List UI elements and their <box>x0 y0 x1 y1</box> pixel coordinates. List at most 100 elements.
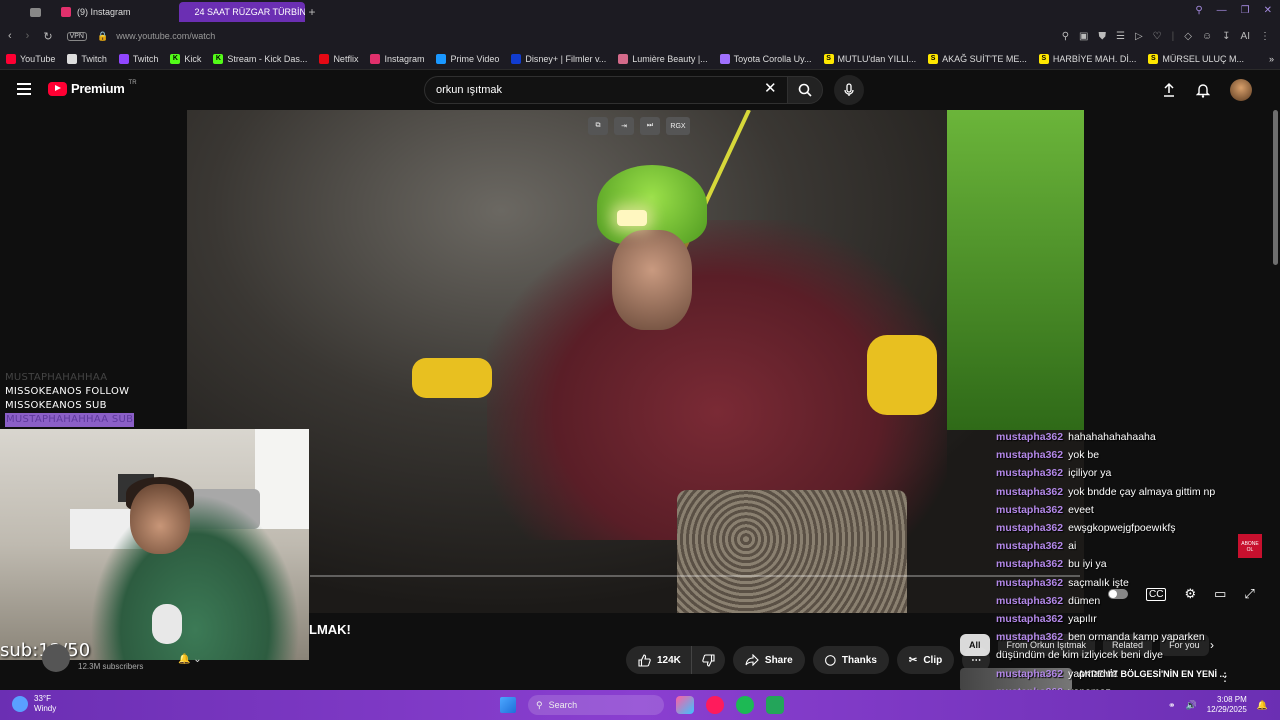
search-button[interactable] <box>787 76 823 104</box>
bookmark-item[interactable]: Twitch <box>67 53 107 64</box>
search-input[interactable]: orkun ışıtmak <box>424 76 788 104</box>
start-button[interactable] <box>500 697 516 713</box>
voice-search-button[interactable] <box>834 75 864 105</box>
video-player[interactable] <box>187 110 1084 613</box>
channel-avatar[interactable] <box>42 644 70 672</box>
bookmark-label: Lumière Beauty |... <box>632 53 708 64</box>
bookmarks-overflow-icon[interactable]: » <box>1269 54 1274 64</box>
chat-text: ewşgkopwejgfpoewıkfş <box>1068 522 1176 535</box>
browser-tab-instagram[interactable] <box>20 2 51 22</box>
like-button[interactable]: 124K <box>626 646 691 674</box>
new-tab-button[interactable]: + <box>309 5 316 19</box>
subscription-bell-icon[interactable]: 🔔 ⌄ <box>178 654 202 665</box>
bookmark-item[interactable]: S AKAĞ SUİT'TE ME... <box>928 53 1027 64</box>
vpn-badge[interactable]: VPN <box>66 31 87 41</box>
menu-icon[interactable] <box>17 83 31 95</box>
bookmark-item[interactable]: Lumière Beauty |... <box>618 53 708 64</box>
clip-button[interactable]: ✂ Clip <box>896 646 955 674</box>
profile-icon[interactable]: ☺ <box>1202 31 1212 42</box>
stream-alert-line: MUSTAPHAHAHHAA <box>5 372 108 383</box>
bookmark-item[interactable]: Twitch <box>118 53 158 64</box>
system-clock[interactable]: 3:08 PM 12/29/2025 <box>1207 695 1247 715</box>
menu-icon[interactable]: ⋮ <box>1260 31 1270 42</box>
search-tabs-icon[interactable]: ⚲ <box>1195 5 1202 16</box>
taskbar-search-placeholder: Search <box>548 700 578 710</box>
miniplayer-icon[interactable]: ⧉ <box>588 117 608 135</box>
rgx-button[interactable]: RGX <box>666 117 690 135</box>
weather-widget[interactable]: 33°F Windy <box>12 694 56 714</box>
bookmark-item[interactable]: S MUTLU'dan YILLI... <box>823 53 917 64</box>
share-button[interactable]: Share <box>732 646 805 674</box>
clip-label: Clip <box>923 654 943 666</box>
camera-icon[interactable]: ▣ <box>1079 31 1088 42</box>
volume-icon[interactable]: 🔊 <box>1186 700 1197 711</box>
stream-alert-line: MUSTAPHAHAHHAA SUB <box>5 413 135 427</box>
opera-gx-app-icon[interactable] <box>706 696 724 714</box>
skip-icon[interactable]: ⏭ <box>640 117 660 135</box>
weather-desc: Windy <box>34 704 57 713</box>
sahibinden-icon: S <box>1038 53 1049 64</box>
forward-icon[interactable]: › <box>26 30 30 43</box>
stream-alert-line: MISSOKEANOS FOLLOW <box>5 386 130 397</box>
bookmark-item[interactable]: YouTube <box>6 53 56 64</box>
extensions-icon[interactable]: ◇ <box>1184 31 1192 42</box>
chat-text: yok bndde çay almaya gittim np <box>1068 485 1216 498</box>
bookmark-item[interactable]: Prime Video <box>436 53 499 64</box>
account-avatar[interactable] <box>1230 79 1252 101</box>
browser-toolbar-icon[interactable] <box>30 7 41 17</box>
bookmark-item[interactable]: K Stream - Kick Das... <box>213 53 307 64</box>
thanks-button[interactable]: ◯ Thanks <box>812 646 889 674</box>
taskview-app-icon[interactable] <box>676 696 694 714</box>
network-icon[interactable]: ⚭ <box>1168 700 1176 711</box>
bookmark-item[interactable]: S MÜRSEL ULUÇ M... <box>1148 53 1244 64</box>
chat-message: mustapha362 içiliyor ya <box>996 464 1280 482</box>
discord-app-icon[interactable] <box>766 696 784 714</box>
reload-icon[interactable]: ↻ <box>43 30 52 43</box>
chat-username: mustapha362 <box>996 449 1064 462</box>
minimize-icon[interactable]: — <box>1217 5 1227 16</box>
share-label: Share <box>764 654 793 666</box>
sahibinden-icon: S <box>928 53 939 64</box>
pip-icon[interactable]: ⇥ <box>614 117 634 135</box>
page-scrollbar[interactable] <box>1273 110 1278 265</box>
bookmark-label: YouTube <box>20 53 56 64</box>
upload-icon[interactable] <box>1162 82 1176 98</box>
taskbar-search[interactable]: ⚲ Search <box>528 695 664 715</box>
logo-text: Premium <box>71 81 125 96</box>
ai-button[interactable]: AI <box>1241 31 1250 42</box>
bookmark-item[interactable]: Disney+ | Filmler v... <box>511 53 606 64</box>
video-frame-element <box>867 335 937 415</box>
filter-chip[interactable]: All <box>960 634 990 656</box>
notifications-icon[interactable] <box>1196 82 1210 98</box>
chat-text: hahahahahahaaha <box>1068 431 1156 443</box>
bookmark-item[interactable]: Toyota Corolla Uy... <box>719 53 812 64</box>
clock-time: 3:08 PM <box>1216 695 1247 704</box>
bookmark-item[interactable]: Instagram <box>370 53 424 64</box>
bookmark-label: MUTLU'dan YILLI... <box>837 53 917 64</box>
stream-alert-line: MISSOKEANOS SUB <box>5 400 107 411</box>
chat-message: mustapha362 ben ormanda kamp yaparken <box>996 628 1280 646</box>
bookmark-item[interactable]: K Kick <box>170 53 201 64</box>
restore-icon[interactable]: ❐ <box>1241 5 1250 16</box>
bookmark-item[interactable]: Netflix <box>319 53 358 64</box>
sliders-icon[interactable]: ☰ <box>1116 31 1125 42</box>
dislike-button[interactable] <box>690 646 725 674</box>
browser-tab-instagram[interactable]: (9) Instagram <box>51 2 141 22</box>
spotify-app-icon[interactable] <box>736 696 754 714</box>
url-field[interactable]: www.youtube.com/watch <box>116 31 215 41</box>
clear-search-icon[interactable]: ✕ <box>764 81 777 96</box>
subscriber-count: 12.3M subscribers <box>78 662 144 671</box>
shield-icon[interactable]: ⛊ <box>1098 31 1106 42</box>
chat-text: ai <box>1068 540 1077 553</box>
progress-bar[interactable] <box>310 575 1080 577</box>
youtube-logo[interactable]: Premium TR <box>48 80 137 96</box>
download-icon[interactable]: ↧ <box>1222 31 1230 42</box>
back-icon[interactable]: ‹ <box>8 30 12 43</box>
browser-tab-youtube[interactable]: 24 SAAT RÜZGAR TÜRBİN <box>178 2 305 22</box>
close-window-icon[interactable]: ✕ <box>1264 5 1272 16</box>
play-icon[interactable]: ▷ <box>1135 31 1143 42</box>
heart-icon[interactable]: ♡ <box>1153 31 1162 42</box>
bookmark-item[interactable]: S HARBİYE MAH. Dİ... <box>1038 53 1136 64</box>
notifications-icon[interactable]: 🔔 <box>1257 700 1268 711</box>
pin-icon[interactable]: ⚲ <box>1062 31 1069 42</box>
